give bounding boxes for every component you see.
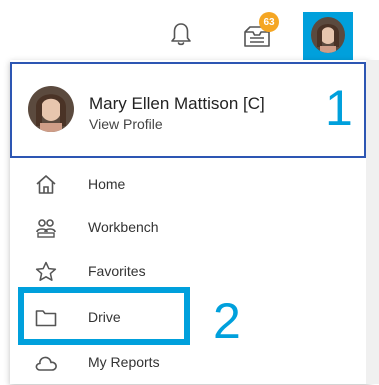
profile-avatar xyxy=(28,86,74,132)
star-icon xyxy=(35,261,57,281)
view-profile-link[interactable]: View Profile xyxy=(89,116,163,132)
profile-header[interactable]: Mary Ellen Mattison [C] View Profile xyxy=(10,62,366,158)
menu-label-my-reports: My Reports xyxy=(88,354,160,370)
step-2-label: 2 xyxy=(213,293,241,349)
menu-label-home: Home xyxy=(88,176,126,192)
workbench-icon xyxy=(36,219,56,238)
cloud-icon xyxy=(35,356,57,371)
menu-item-home[interactable]: Home xyxy=(10,163,366,207)
menu-item-my-reports[interactable]: My Reports xyxy=(10,341,366,385)
profile-name: Mary Ellen Mattison [C] xyxy=(89,94,265,113)
home-icon xyxy=(36,175,56,194)
menu-item-workbench[interactable]: Workbench xyxy=(10,206,366,250)
scrollbar-track[interactable] xyxy=(366,60,379,384)
avatar[interactable] xyxy=(311,17,345,53)
step-1-label: 1 xyxy=(325,80,353,136)
top-bar: 63 xyxy=(0,0,379,60)
bell-icon[interactable] xyxy=(168,21,194,47)
menu-label-favorites: Favorites xyxy=(88,263,146,279)
menu-label-workbench: Workbench xyxy=(88,219,159,235)
inbox-badge: 63 xyxy=(259,12,279,32)
drive-highlight xyxy=(18,287,190,345)
